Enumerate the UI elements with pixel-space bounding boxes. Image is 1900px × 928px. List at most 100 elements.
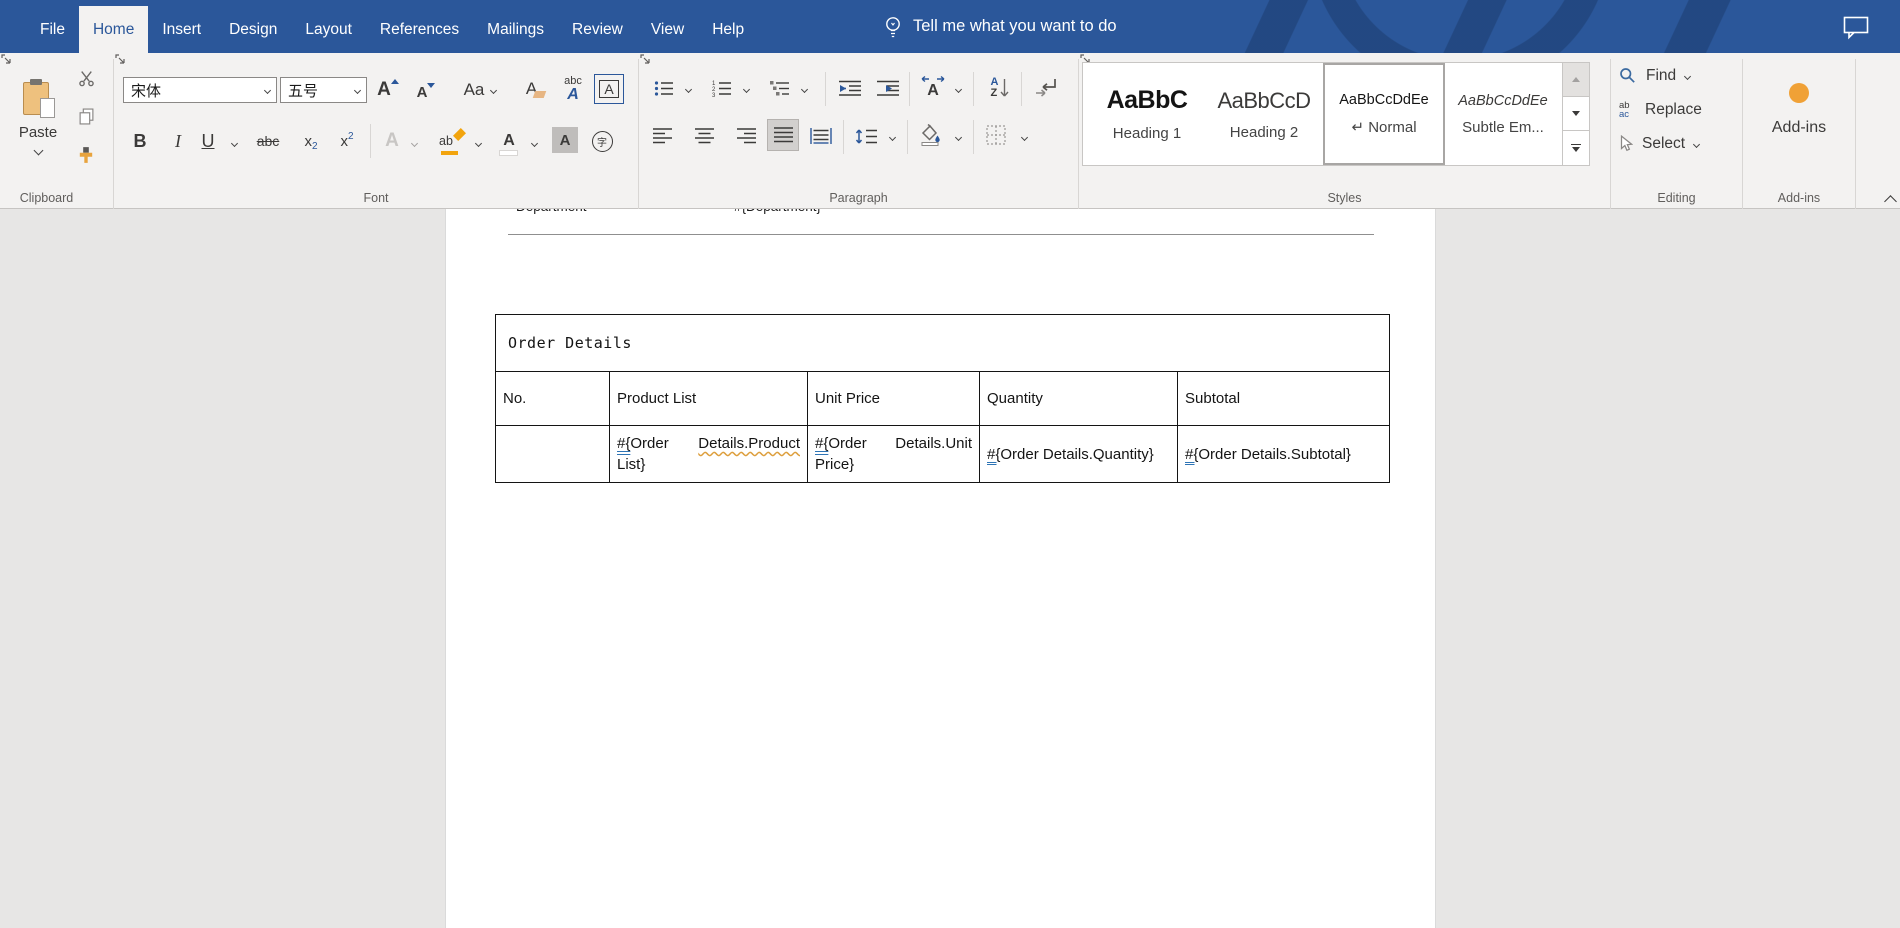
strikethrough-button[interactable]: abc <box>250 127 286 155</box>
change-case-button[interactable]: Aa <box>454 75 506 105</box>
style-heading1[interactable]: AaBbC Heading 1 <box>1091 63 1203 165</box>
superscript-button[interactable]: x 2 <box>332 127 362 155</box>
tab-home[interactable]: Home <box>79 6 148 53</box>
collapse-ribbon-button[interactable] <box>1880 191 1900 207</box>
asian-layout-button[interactable]: A <box>917 71 949 103</box>
styles-scroll-up-button[interactable] <box>1563 63 1589 97</box>
style-heading2[interactable]: AaBbCcD Heading 2 <box>1207 63 1321 165</box>
justify-button[interactable] <box>767 119 799 151</box>
font-name-dropdown-icon[interactable] <box>264 87 271 94</box>
sort-button[interactable]: A Z <box>983 71 1017 105</box>
shrink-font-button[interactable]: A <box>410 77 442 107</box>
data-cell-quantity[interactable]: #{Order Details.Quantity} <box>980 426 1178 483</box>
asian-layout-chevron[interactable] <box>951 83 965 95</box>
tab-references[interactable]: References <box>366 6 473 53</box>
data-cell-unit-price[interactable]: #{Order Details.Unit Price} <box>808 426 980 483</box>
align-right-button[interactable] <box>733 123 759 149</box>
font-color-button[interactable]: A <box>494 123 524 159</box>
decrease-indent-button[interactable] <box>835 75 865 101</box>
highlight-color-button[interactable]: ab <box>432 123 468 159</box>
tab-layout[interactable]: Layout <box>291 6 366 53</box>
format-painter-icon <box>77 146 95 164</box>
bullets-button[interactable] <box>651 75 677 101</box>
underline-chevron[interactable] <box>226 137 242 149</box>
tab-help[interactable]: Help <box>698 6 758 53</box>
italic-button[interactable]: I <box>166 127 190 155</box>
multilevel-chevron[interactable] <box>797 83 811 95</box>
phonetic-letter: A <box>567 87 579 103</box>
data-cell-product-list[interactable]: #{Order Details.Product List} <box>610 426 808 483</box>
bold-button[interactable]: B <box>126 127 154 155</box>
styles-group-label: Styles <box>1079 191 1610 205</box>
tell-me-box[interactable]: Tell me what you want to do <box>884 0 1117 53</box>
paste-button[interactable]: Paste <box>12 57 64 175</box>
character-border-button[interactable]: A <box>594 74 624 104</box>
phonetic-guide-button[interactable]: abc A <box>556 70 590 108</box>
tell-me-label: Tell me what you want to do <box>913 17 1117 36</box>
font-name-combobox[interactable]: 宋体 <box>123 77 277 103</box>
text-effects-chevron[interactable] <box>406 137 422 149</box>
header-cell-unit-price[interactable]: Unit Price <box>808 372 980 426</box>
select-button[interactable]: Select <box>1619 131 1735 157</box>
replace-button[interactable]: ab ac Replace <box>1619 97 1735 123</box>
styles-more-button[interactable] <box>1563 131 1589 165</box>
font-size-dropdown-icon[interactable] <box>354 87 361 94</box>
highlight-chevron[interactable] <box>470 137 486 149</box>
enclose-characters-button[interactable]: 字 <box>588 127 616 155</box>
show-hide-marks-button[interactable] <box>1031 73 1061 101</box>
grow-font-button[interactable]: A <box>372 75 404 105</box>
data-cell-subtotal[interactable]: #{Order Details.Subtotal} <box>1178 426 1390 483</box>
styles-scroll-down-button[interactable] <box>1563 97 1589 131</box>
align-left-button[interactable] <box>649 123 675 149</box>
borders-button[interactable] <box>981 121 1011 149</box>
line-spacing-chevron[interactable] <box>885 131 899 143</box>
tab-review[interactable]: Review <box>558 6 637 53</box>
phonetic-abc: abc <box>564 76 582 87</box>
tab-file[interactable]: File <box>26 6 79 53</box>
format-painter-button[interactable] <box>72 143 100 167</box>
clipboard-group-label: Clipboard <box>0 191 93 205</box>
style-normal-selected[interactable]: AaBbCcDdEe ↵ Normal <box>1323 63 1445 165</box>
shading-chevron[interactable] <box>951 131 965 143</box>
paragraph-dialog-launcher[interactable] <box>639 53 651 65</box>
table-title-cell[interactable]: Order Details <box>496 315 1390 372</box>
clear-formatting-button[interactable]: A <box>520 73 554 105</box>
tab-design[interactable]: Design <box>215 6 291 53</box>
font-dialog-launcher[interactable] <box>114 53 126 65</box>
increase-indent-button[interactable] <box>873 75 903 101</box>
borders-chevron[interactable] <box>1017 131 1031 143</box>
align-center-button[interactable] <box>691 123 717 149</box>
header-cell-quantity[interactable]: Quantity <box>980 372 1178 426</box>
partial-department-row[interactable]: Department #{Department} <box>446 209 1435 216</box>
underline-button[interactable]: U <box>196 127 220 155</box>
comments-icon[interactable] <box>1843 16 1870 40</box>
multilevel-list-button[interactable] <box>767 75 793 101</box>
shading-button[interactable] <box>915 119 947 151</box>
document-page[interactable]: Department #{Department} Order Details N… <box>445 209 1436 928</box>
numbering-button[interactable]: 1 2 3 <box>709 75 735 101</box>
character-shading-button[interactable]: A <box>552 127 578 153</box>
header-cell-subtotal[interactable]: Subtotal <box>1178 372 1390 426</box>
header-cell-no[interactable]: No. <box>496 372 610 426</box>
bullets-chevron[interactable] <box>681 83 695 95</box>
tab-insert[interactable]: Insert <box>148 6 215 53</box>
find-button[interactable]: Find <box>1619 63 1735 89</box>
style-subtle-emphasis[interactable]: AaBbCcDdEe Subtle Em... <box>1447 63 1559 165</box>
numbering-chevron[interactable] <box>739 83 753 95</box>
copy-button[interactable] <box>72 105 100 127</box>
font-color-chevron[interactable] <box>526 137 542 149</box>
cut-button[interactable] <box>72 67 100 89</box>
distribute-button[interactable] <box>807 123 835 149</box>
clipboard-dialog-launcher[interactable] <box>0 53 12 65</box>
tab-mailings[interactable]: Mailings <box>473 6 558 53</box>
font-size-value: 五号 <box>288 80 318 101</box>
line-spacing-button[interactable] <box>851 123 881 149</box>
data-cell-no[interactable] <box>496 426 610 483</box>
add-ins-button[interactable]: Add-ins <box>1759 67 1839 153</box>
ribbon-tabs: File Home Insert Design Layout Reference… <box>26 6 758 53</box>
header-cell-product-list[interactable]: Product List <box>610 372 808 426</box>
text-effects-button[interactable]: A <box>378 127 406 155</box>
font-size-combobox[interactable]: 五号 <box>280 77 367 103</box>
tab-view[interactable]: View <box>637 6 698 53</box>
subscript-button[interactable]: x 2 <box>296 127 326 155</box>
